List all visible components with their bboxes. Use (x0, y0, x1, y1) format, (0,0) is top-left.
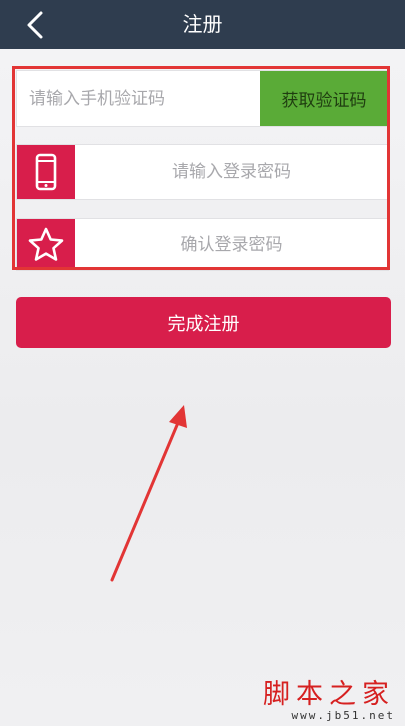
watermark: 脚本之家 www.jb51.net (263, 679, 395, 722)
annotation-arrow (110, 405, 187, 582)
watermark-text: 脚本之家 (263, 679, 395, 710)
